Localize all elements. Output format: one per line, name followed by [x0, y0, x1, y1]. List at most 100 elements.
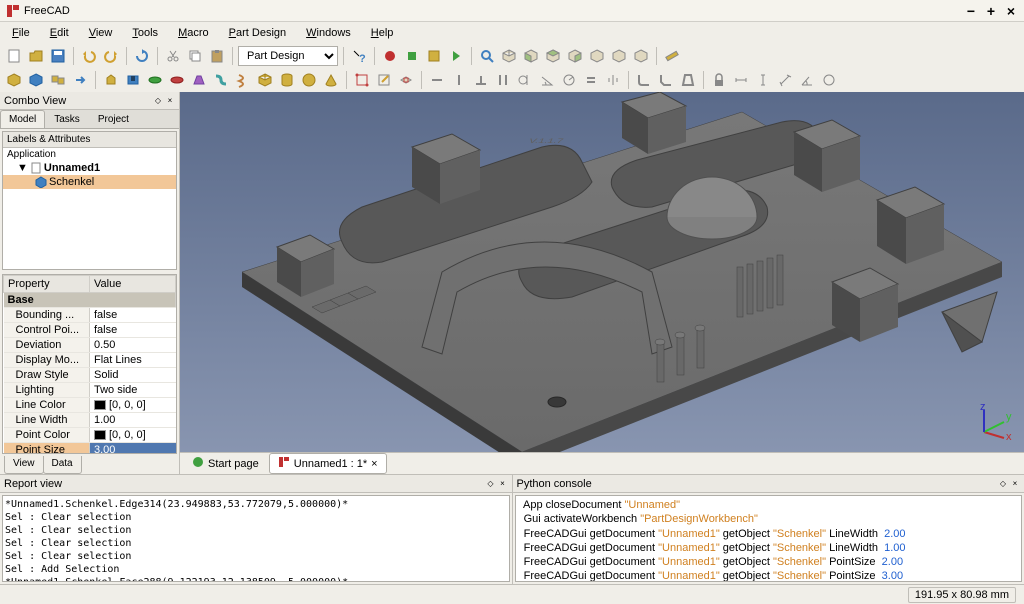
left-view-icon[interactable]: [631, 46, 651, 66]
constraint-h-icon[interactable]: [427, 70, 447, 90]
chamfer-icon[interactable]: [656, 70, 676, 90]
dim-d-icon[interactable]: [775, 70, 795, 90]
box-icon[interactable]: [255, 70, 275, 90]
dock-float-icon[interactable]: ◇: [153, 96, 163, 106]
loft-icon[interactable]: [189, 70, 209, 90]
tab-tasks[interactable]: Tasks: [45, 110, 89, 128]
rear-view-icon[interactable]: [587, 46, 607, 66]
dim-h-icon[interactable]: [731, 70, 751, 90]
prop-row[interactable]: Point Size3.00: [4, 443, 176, 455]
maximize-button[interactable]: +: [984, 4, 998, 18]
prop-row[interactable]: Control Poi...false: [4, 323, 176, 338]
revolution-icon[interactable]: [145, 70, 165, 90]
constraint-v-icon[interactable]: [449, 70, 469, 90]
execute-icon[interactable]: [446, 46, 466, 66]
menu-edit[interactable]: Edit: [42, 25, 77, 41]
constraint-sym-icon[interactable]: [603, 70, 623, 90]
group-icon[interactable]: [48, 70, 68, 90]
dim-v-icon[interactable]: [753, 70, 773, 90]
groove-icon[interactable]: [167, 70, 187, 90]
pocket-icon[interactable]: [123, 70, 143, 90]
body-icon[interactable]: [26, 70, 46, 90]
sphere-icon[interactable]: [299, 70, 319, 90]
dim-r-icon[interactable]: [819, 70, 839, 90]
workbench-selector[interactable]: Part Design: [238, 46, 338, 66]
3d-viewport[interactable]: V.1.1.7: [180, 92, 1024, 452]
prop-row[interactable]: Deviation0.50: [4, 338, 176, 353]
tab-data[interactable]: Data: [43, 456, 82, 474]
open-icon[interactable]: [26, 46, 46, 66]
refresh-icon[interactable]: [132, 46, 152, 66]
menu-file[interactable]: File: [4, 25, 38, 41]
tree-root[interactable]: Application: [3, 148, 176, 161]
constraint-tangent-icon[interactable]: [515, 70, 535, 90]
prop-row[interactable]: Draw StyleSolid: [4, 368, 176, 383]
constraint-radius-icon[interactable]: [559, 70, 579, 90]
dock-close-icon[interactable]: ×: [498, 479, 508, 489]
constraint-parallel-icon[interactable]: [493, 70, 513, 90]
tab-view[interactable]: View: [4, 456, 44, 474]
top-view-icon[interactable]: [543, 46, 563, 66]
report-console[interactable]: *Unnamed1.Schenkel.Edge314(23.949883,53.…: [2, 495, 510, 582]
bottom-view-icon[interactable]: [609, 46, 629, 66]
measure-icon[interactable]: [662, 46, 682, 66]
helix-icon[interactable]: [233, 70, 253, 90]
fillet-icon[interactable]: [634, 70, 654, 90]
record-icon[interactable]: [380, 46, 400, 66]
cone-icon[interactable]: [321, 70, 341, 90]
dock-float-icon[interactable]: ◇: [486, 479, 496, 489]
dock-float-icon[interactable]: ◇: [998, 479, 1008, 489]
cylinder-icon[interactable]: [277, 70, 297, 90]
lock-icon[interactable]: [709, 70, 729, 90]
menu-tools[interactable]: Tools: [124, 25, 166, 41]
menu-part-design[interactable]: Part Design: [221, 25, 294, 41]
constraint-perp-icon[interactable]: [471, 70, 491, 90]
edit-sketch-icon[interactable]: [374, 70, 394, 90]
send-icon[interactable]: [70, 70, 90, 90]
paste-icon[interactable]: [207, 46, 227, 66]
constraint-equal-icon[interactable]: [581, 70, 601, 90]
property-grid[interactable]: PropertyValueBaseBounding ...falseContro…: [2, 274, 177, 454]
redo-icon[interactable]: [101, 46, 121, 66]
undo-icon[interactable]: [79, 46, 99, 66]
prop-row[interactable]: Display Mo...Flat Lines: [4, 353, 176, 368]
new-icon[interactable]: [4, 46, 24, 66]
map-sketch-icon[interactable]: [396, 70, 416, 90]
menu-help[interactable]: Help: [363, 25, 402, 41]
tab-model[interactable]: Model: [0, 110, 45, 128]
menu-view[interactable]: View: [81, 25, 121, 41]
zoom-fit-icon[interactable]: [477, 46, 497, 66]
draft-icon[interactable]: [678, 70, 698, 90]
doc-tab[interactable]: Unnamed1 : 1*×: [269, 453, 387, 474]
part-icon[interactable]: [4, 70, 24, 90]
python-console[interactable]: App closeDocument "Unnamed" Gui activate…: [515, 495, 1023, 582]
close-button[interactable]: ×: [1004, 4, 1018, 18]
sketch-icon[interactable]: [352, 70, 372, 90]
front-view-icon[interactable]: [521, 46, 541, 66]
save-icon[interactable]: [48, 46, 68, 66]
tree-document[interactable]: ▼ Unnamed1: [3, 161, 176, 175]
tree-item-schenkel[interactable]: Schenkel: [3, 175, 176, 189]
copy-icon[interactable]: [185, 46, 205, 66]
dim-angle-icon[interactable]: [797, 70, 817, 90]
stop-icon[interactable]: [402, 46, 422, 66]
doc-tab[interactable]: Start page: [184, 454, 267, 473]
expand-icon[interactable]: ▼: [17, 162, 28, 174]
cut-icon[interactable]: [163, 46, 183, 66]
tab-project[interactable]: Project: [89, 110, 138, 128]
model-tree[interactable]: Labels & Attributes Application ▼ Unname…: [2, 131, 177, 270]
sweep-icon[interactable]: [211, 70, 231, 90]
minimize-button[interactable]: −: [964, 4, 978, 18]
macros-icon[interactable]: [424, 46, 444, 66]
axo-view-icon[interactable]: [499, 46, 519, 66]
whatsthis-icon[interactable]: ?: [349, 46, 369, 66]
prop-row[interactable]: Point Color[0, 0, 0]: [4, 428, 176, 443]
pad-icon[interactable]: [101, 70, 121, 90]
prop-row[interactable]: Bounding ...false: [4, 308, 176, 323]
prop-row[interactable]: Line Color[0, 0, 0]: [4, 398, 176, 413]
menu-macro[interactable]: Macro: [170, 25, 217, 41]
menu-windows[interactable]: Windows: [298, 25, 359, 41]
right-view-icon[interactable]: [565, 46, 585, 66]
close-tab-icon[interactable]: ×: [371, 458, 377, 470]
dock-close-icon[interactable]: ×: [1010, 479, 1020, 489]
